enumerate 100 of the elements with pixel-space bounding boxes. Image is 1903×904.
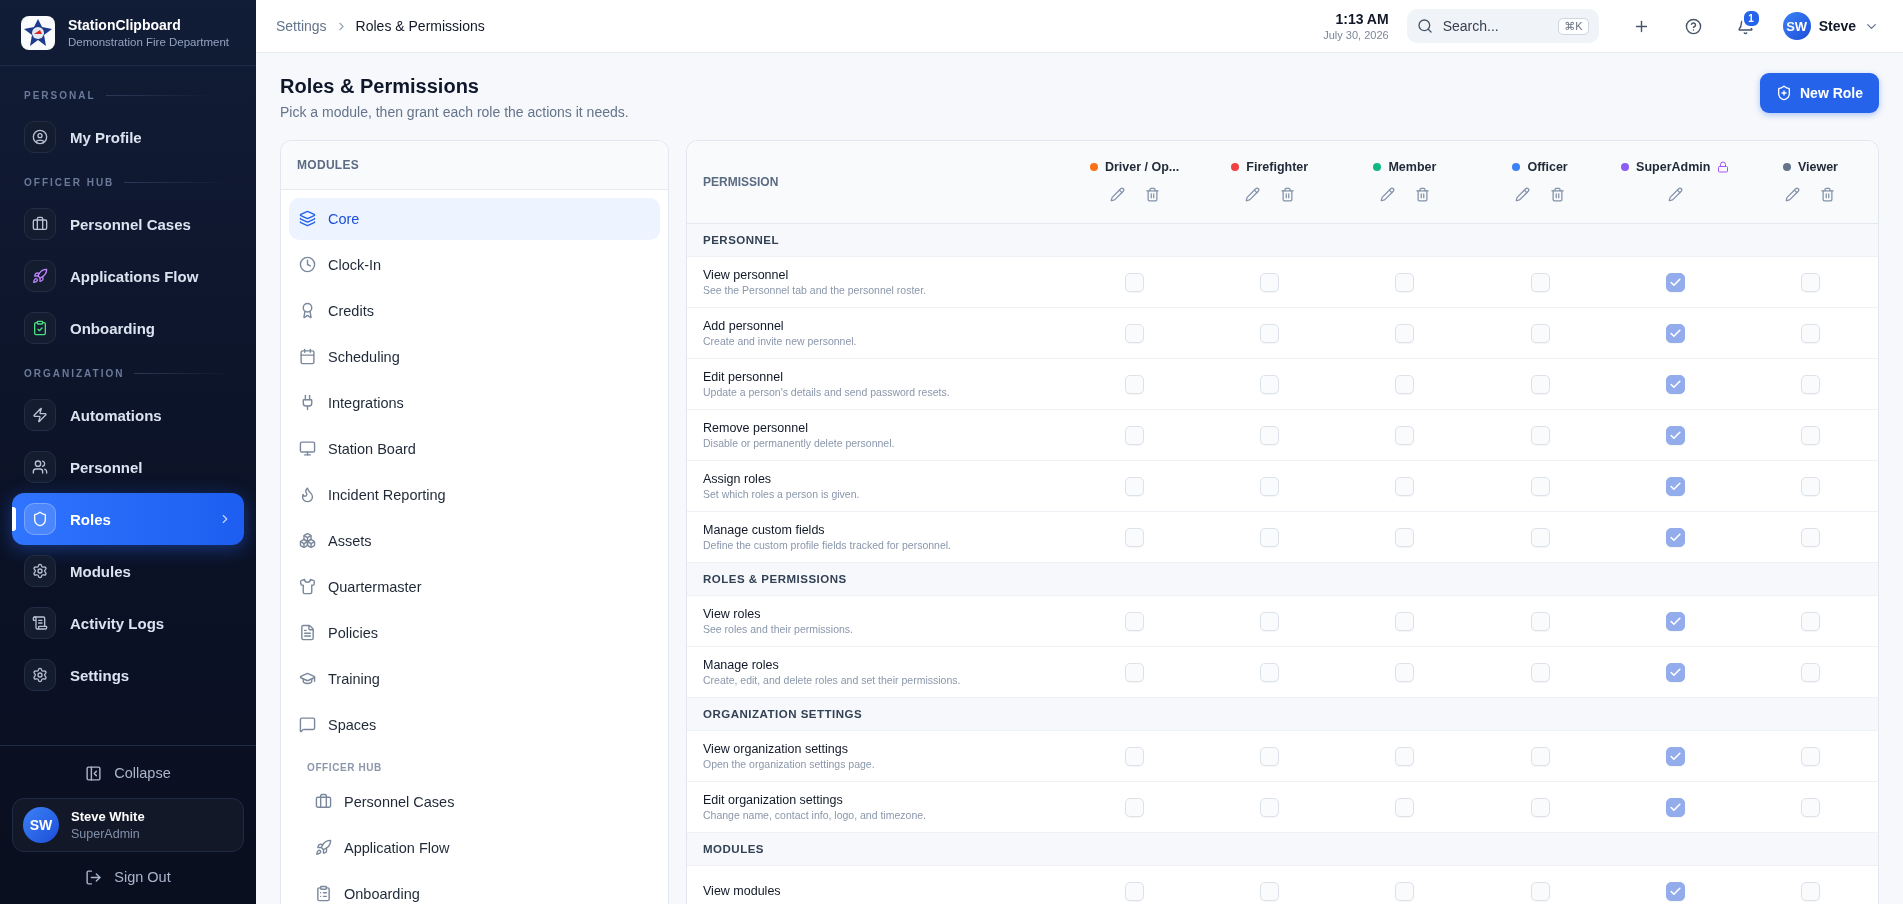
permission-checkbox[interactable] — [1665, 662, 1685, 682]
module-item[interactable]: Quartermaster — [289, 565, 660, 608]
user-menu-button[interactable]: SW Steve — [1778, 12, 1883, 40]
monitor-icon — [299, 440, 316, 458]
role-name: Viewer — [1797, 159, 1838, 174]
permission-name: View organization settings — [703, 742, 849, 756]
permission-name: Edit personnel — [703, 370, 784, 384]
module-item[interactable]: Assets — [289, 519, 660, 562]
module-item[interactable]: Incident Reporting — [289, 473, 660, 516]
nav-item[interactable]: Settings — [12, 649, 244, 701]
rocket-icon — [315, 839, 332, 857]
permission-name: Edit organization settings — [703, 793, 844, 807]
nav-item[interactable]: Personnel Cases — [12, 198, 244, 250]
clipboard-icon — [315, 885, 332, 903]
calendar-icon — [299, 348, 316, 366]
permission-checkbox[interactable] — [1665, 323, 1685, 343]
shield-icon — [32, 511, 48, 527]
check-icon — [1668, 479, 1682, 493]
user-role: SuperAdmin — [71, 827, 141, 841]
search-icon — [1416, 18, 1433, 34]
breadcrumb-link[interactable]: Settings — [276, 18, 327, 34]
check-icon — [1668, 428, 1682, 442]
module-item[interactable]: Spaces — [289, 703, 660, 746]
chat-icon — [299, 716, 316, 734]
nav-item[interactable]: Modules — [12, 545, 244, 597]
nav-item[interactable]: Automations — [12, 389, 244, 441]
module-item[interactable]: Credits — [289, 289, 660, 332]
pencil-icon — [1515, 186, 1531, 202]
search-bar[interactable]: Search... ⌘K — [1406, 9, 1599, 43]
group-heading: ORGANIZATION SETTINGS — [687, 698, 1878, 731]
user-card[interactable]: SW Steve White SuperAdmin — [12, 798, 244, 852]
module-item[interactable]: Scheduling — [289, 335, 660, 378]
permission-checkbox[interactable] — [1665, 611, 1685, 631]
check-icon — [1668, 884, 1682, 898]
new-role-button[interactable]: New Role — [1760, 73, 1879, 113]
module-item[interactable]: Station Board — [289, 427, 660, 470]
pencil-icon — [1379, 186, 1395, 202]
check-icon — [1668, 614, 1682, 628]
check-icon — [1668, 800, 1682, 814]
sign-out-button[interactable]: Sign Out — [12, 860, 244, 894]
check-icon — [1668, 530, 1682, 544]
group-heading: PERSONNEL — [687, 224, 1878, 257]
user-name: Steve — [1818, 18, 1856, 34]
brand-name: StationClipboard — [68, 17, 182, 33]
module-item[interactable]: Training — [289, 657, 660, 700]
permission-checkbox[interactable] — [1665, 797, 1685, 817]
nav-item[interactable]: Onboarding — [12, 302, 244, 354]
permission-description: See the Personnel tab and the personnel roster. — [703, 284, 927, 296]
permission-description: Open the organization settings page. — [703, 758, 876, 770]
gear-icon — [32, 667, 48, 683]
panel-collapse-icon — [85, 764, 103, 782]
pencil-icon — [1244, 186, 1260, 202]
trash-icon — [1144, 186, 1160, 202]
pencil-icon — [1109, 186, 1125, 202]
check-icon — [1668, 275, 1682, 289]
permission-name: View roles — [703, 607, 762, 621]
permission-checkbox[interactable] — [1665, 476, 1685, 496]
clock-date: July 30, 2026 — [1323, 29, 1389, 41]
group-heading: MODULES — [687, 833, 1878, 866]
permission-checkbox[interactable] — [1665, 746, 1685, 766]
permission-checkbox[interactable] — [1665, 527, 1685, 547]
role-name: Firefighter — [1246, 159, 1309, 174]
notifications-button[interactable]: 1 — [1726, 7, 1765, 45]
nav-item[interactable]: Personnel — [12, 441, 244, 493]
module-item[interactable]: Policies — [289, 611, 660, 654]
permission-checkbox[interactable] — [1665, 881, 1685, 901]
permission-name: Assign roles — [703, 472, 773, 486]
permission-name: Manage roles — [703, 658, 780, 672]
shirt-icon — [299, 578, 316, 596]
module-item[interactable]: Integrations — [289, 381, 660, 424]
role-name: Driver / Op... — [1104, 159, 1180, 174]
search-field[interactable]: Search... — [1440, 17, 1551, 35]
module-item[interactable]: Application Flow — [289, 826, 660, 869]
module-item[interactable]: Clock-In — [289, 243, 660, 286]
nav-item[interactable]: My Profile — [12, 111, 244, 163]
panel-heading: MODULES — [281, 141, 668, 190]
check-icon — [1668, 377, 1682, 391]
clipboard-check-icon — [32, 320, 48, 336]
module-item[interactable]: Core — [289, 197, 660, 240]
permission-checkbox[interactable] — [1665, 425, 1685, 445]
module-item[interactable]: Onboarding — [289, 872, 660, 904]
module-item[interactable]: Personnel Cases — [289, 780, 660, 823]
nav-item[interactable]: Activity Logs — [12, 597, 244, 649]
group-label: OFFICER HUB — [306, 760, 383, 775]
user-name: Steve White — [71, 809, 145, 824]
help-icon — [1685, 17, 1703, 35]
users-icon — [32, 459, 48, 475]
collapse-button[interactable]: Collapse — [12, 756, 244, 790]
nav-item[interactable]: Applications Flow — [12, 250, 244, 302]
nav-item[interactable]: Roles — [12, 493, 244, 545]
role-name: Member — [1388, 159, 1437, 174]
permission-description: Change name, contact info, logo, and timezone. — [703, 809, 927, 821]
brand-subtitle: Demonstration Fire Department — [68, 36, 230, 48]
permission-checkbox[interactable] — [1665, 374, 1685, 394]
permission-checkbox[interactable] — [1665, 272, 1685, 292]
role-name: SuperAdmin — [1636, 159, 1711, 174]
permission-name: View modules — [703, 884, 782, 898]
document-icon — [299, 624, 316, 642]
trash-icon — [1550, 186, 1566, 202]
clock-time: 1:13 AM — [1334, 11, 1389, 27]
